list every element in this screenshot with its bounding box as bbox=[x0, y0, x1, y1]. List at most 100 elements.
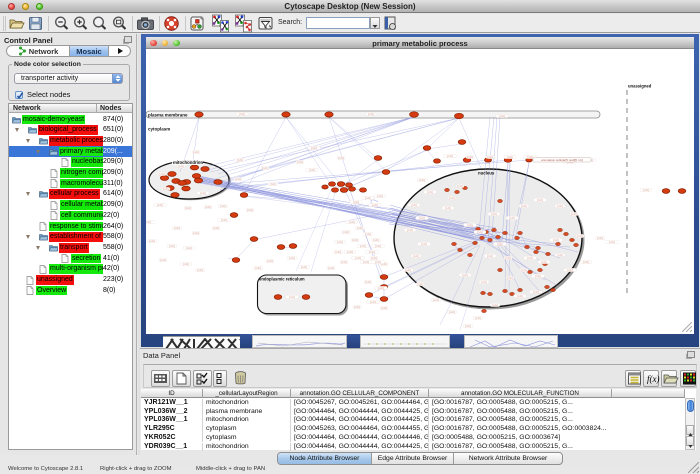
svg-text:[n.b]: [n.b] bbox=[527, 155, 533, 159]
svg-text:[n.b]: [n.b] bbox=[357, 226, 363, 230]
svg-text:[n.b]: [n.b] bbox=[370, 300, 376, 304]
svg-text:[n.b]: [n.b] bbox=[221, 218, 227, 222]
svg-text:[n.b]: [n.b] bbox=[537, 198, 543, 202]
svg-text:[n.b]: [n.b] bbox=[381, 306, 387, 310]
svg-text:[n.b]: [n.b] bbox=[557, 204, 563, 208]
svg-text:[n.b]: [n.b] bbox=[193, 231, 199, 235]
svg-text:[n.b]: [n.b] bbox=[373, 238, 379, 242]
svg-text:[n.b]: [n.b] bbox=[371, 256, 377, 260]
svg-text:[n.b]: [n.b] bbox=[521, 204, 527, 208]
svg-text:[n.b]: [n.b] bbox=[365, 232, 371, 236]
svg-text:[n.b]: [n.b] bbox=[467, 155, 473, 159]
svg-text:[n.b]: [n.b] bbox=[521, 268, 527, 272]
svg-text:[n.b]: [n.b] bbox=[365, 280, 371, 284]
svg-text:[n.b]: [n.b] bbox=[328, 266, 334, 270]
svg-text:[n.b]: [n.b] bbox=[427, 190, 433, 194]
svg-text:[n.b]: [n.b] bbox=[417, 282, 423, 286]
svg-text:[n.b]: [n.b] bbox=[533, 290, 539, 294]
svg-text:[n.b]: [n.b] bbox=[405, 268, 411, 272]
svg-text:[n.b]: [n.b] bbox=[535, 274, 541, 278]
svg-text:[n.b]: [n.b] bbox=[527, 256, 533, 260]
svg-text:[n.b]: [n.b] bbox=[337, 240, 343, 244]
svg-text:[n.b]: [n.b] bbox=[289, 295, 295, 299]
svg-text:[n.b]: [n.b] bbox=[541, 260, 547, 264]
svg-text:[n.b]: [n.b] bbox=[481, 280, 487, 284]
svg-text:[n.b]: [n.b] bbox=[567, 268, 573, 272]
svg-text:[n.b]: [n.b] bbox=[309, 168, 315, 172]
svg-text:[n.b]: [n.b] bbox=[186, 246, 192, 250]
svg-text:[n.b]: [n.b] bbox=[421, 242, 427, 246]
svg-text:[n.b]: [n.b] bbox=[465, 324, 471, 328]
svg-text:[n.b]: [n.b] bbox=[517, 294, 523, 298]
svg-text:[n.b]: [n.b] bbox=[200, 191, 206, 195]
svg-text:[n.b]: [n.b] bbox=[407, 228, 413, 232]
svg-text:[n.b]: [n.b] bbox=[597, 236, 603, 240]
svg-text:[n.b]: [n.b] bbox=[499, 114, 505, 118]
svg-text:[n.b]: [n.b] bbox=[449, 310, 455, 314]
svg-text:[n.b]: [n.b] bbox=[341, 260, 347, 264]
svg-text:[n.b]: [n.b] bbox=[353, 200, 359, 204]
svg-text:[n.b]: [n.b] bbox=[159, 172, 165, 176]
svg-text:[n.b]: [n.b] bbox=[205, 205, 211, 209]
svg-text:[n.b]: [n.b] bbox=[354, 305, 360, 309]
svg-text:[n.b]: [n.b] bbox=[419, 216, 425, 220]
svg-text:[n.b]: [n.b] bbox=[197, 268, 203, 272]
svg-text:cytoplasm: cytoplasm bbox=[148, 127, 170, 132]
svg-text:[n.b]: [n.b] bbox=[247, 208, 253, 212]
svg-text:[n.b]: [n.b] bbox=[262, 166, 268, 170]
svg-text:mitochondrion: mitochondrion bbox=[173, 160, 203, 165]
svg-text:[n.b]: [n.b] bbox=[235, 177, 241, 181]
svg-text:[n.b]: [n.b] bbox=[355, 256, 361, 260]
svg-text:[n.b]: [n.b] bbox=[577, 234, 583, 238]
svg-text:[n.b]: [n.b] bbox=[609, 240, 615, 244]
svg-text:[n.b]: [n.b] bbox=[487, 254, 493, 258]
svg-text:[n.b]: [n.b] bbox=[160, 258, 166, 262]
svg-text:[n.b]: [n.b] bbox=[255, 266, 261, 270]
svg-text:nucleus: nucleus bbox=[478, 171, 495, 176]
svg-text:[n.b]: [n.b] bbox=[462, 273, 468, 277]
svg-text:[n.b]: [n.b] bbox=[419, 178, 425, 182]
svg-text:[n.b]: [n.b] bbox=[378, 286, 384, 290]
svg-text:[n.b]: [n.b] bbox=[368, 112, 374, 116]
svg-text:[n.b]: [n.b] bbox=[174, 226, 180, 230]
svg-text:[n.b]: [n.b] bbox=[445, 206, 451, 210]
svg-text:[n.b]: [n.b] bbox=[213, 226, 219, 230]
svg-text:[n.b]: [n.b] bbox=[335, 250, 341, 254]
svg-text:[n.b]: [n.b] bbox=[475, 316, 481, 320]
svg-text:[n.b]: [n.b] bbox=[289, 256, 295, 260]
svg-text:[n.b]: [n.b] bbox=[583, 260, 589, 264]
svg-text:[n.b]: [n.b] bbox=[267, 259, 273, 263]
svg-text:f(x): f(x) bbox=[647, 374, 660, 384]
svg-text:[n.b]: [n.b] bbox=[185, 206, 191, 210]
svg-text:[n.b]: [n.b] bbox=[220, 204, 226, 208]
svg-text:[n.b]: [n.b] bbox=[372, 203, 378, 207]
svg-text:[n.b]: [n.b] bbox=[349, 220, 355, 224]
svg-text:[n.b]: [n.b] bbox=[169, 244, 175, 248]
svg-text:[n.b]: [n.b] bbox=[447, 154, 453, 158]
svg-text:[n.b]: [n.b] bbox=[363, 260, 369, 264]
svg-text:[n.b]: [n.b] bbox=[557, 253, 563, 257]
svg-text:[n.b]: [n.b] bbox=[413, 254, 419, 258]
svg-text:[n.b]: [n.b] bbox=[553, 238, 559, 242]
svg-text:[n.b]: [n.b] bbox=[352, 238, 358, 242]
svg-text:[n.b]: [n.b] bbox=[487, 155, 493, 159]
svg-text:[n.b]: [n.b] bbox=[505, 256, 511, 260]
svg-text:unassigned: unassigned bbox=[628, 84, 652, 89]
svg-text:[n.b]: [n.b] bbox=[377, 194, 383, 198]
svg-text:[n.b]: [n.b] bbox=[643, 188, 649, 192]
svg-text:[n.b]: [n.b] bbox=[338, 156, 344, 160]
svg-text:[n.b]: [n.b] bbox=[449, 196, 455, 200]
svg-text:[n.b]: [n.b] bbox=[163, 187, 169, 191]
svg-text:[n.b]: [n.b] bbox=[507, 155, 513, 159]
svg-text:plasma membrane: plasma membrane bbox=[148, 113, 188, 118]
svg-text:[n.b]: [n.b] bbox=[343, 230, 349, 234]
svg-text:[n.b]: [n.b] bbox=[347, 250, 353, 254]
svg-text:[n.b]: [n.b] bbox=[375, 260, 381, 264]
svg-text:[n.b]: [n.b] bbox=[365, 196, 371, 200]
svg-text:[n.b]: [n.b] bbox=[497, 242, 503, 246]
svg-text:[n.b]: [n.b] bbox=[571, 212, 577, 216]
svg-text:[n.b]: [n.b] bbox=[146, 220, 151, 224]
svg-text:[n.b]: [n.b] bbox=[507, 276, 513, 280]
svg-text:[n.b]: [n.b] bbox=[157, 203, 163, 207]
svg-text:[n.b]: [n.b] bbox=[193, 150, 199, 154]
